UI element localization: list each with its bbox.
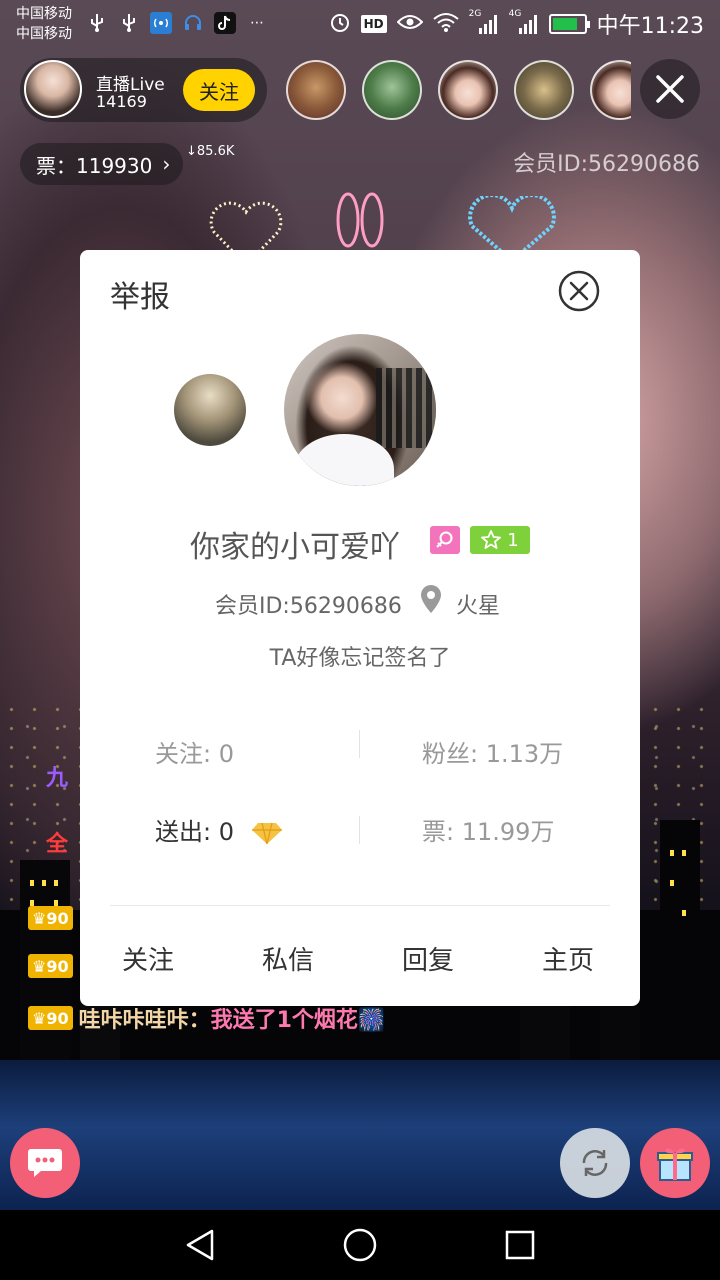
female-gender-badge	[430, 526, 460, 554]
carrier-labels: 中国移动 中国移动	[16, 4, 72, 44]
status-bar: 中国移动 中国移动 ⋯ HD 2G 4G 中午11:23	[0, 0, 720, 50]
viewer-avatar[interactable]	[438, 60, 498, 120]
anchor-avatar[interactable]	[24, 60, 82, 118]
chat-text: 我送了1个烟花🎆	[210, 1008, 386, 1033]
user-nickname: 你家的小可爱吖	[190, 530, 400, 565]
viewer-avatar[interactable]	[362, 60, 422, 120]
following-count[interactable]: 关注: 0	[155, 734, 234, 769]
chevron-right-icon: ›	[162, 152, 171, 176]
sent-gifts-count[interactable]: 送出: 0	[155, 812, 284, 847]
user-level: 1	[507, 529, 519, 551]
user-profile-dialog: 举报 你家的小可爱吖 1 会员ID:56290686 火星 TA好像忘记签名了 …	[80, 250, 640, 1006]
user-avatar[interactable]	[284, 334, 436, 486]
actions-divider	[110, 905, 610, 906]
tickets-label: 票：119930	[36, 153, 153, 178]
chat-message: ♛ 90 哇咔咔哇咔： 我送了1个烟花🎆	[28, 1002, 385, 1034]
secondary-avatar[interactable]	[174, 374, 246, 446]
crown-icon: ♛	[32, 1008, 47, 1028]
switch-button[interactable]	[560, 1128, 630, 1198]
viewer-avatar[interactable]	[590, 60, 631, 120]
network-speed: ↓85.6K	[186, 144, 235, 159]
homepage-button[interactable]: 主页	[542, 940, 594, 977]
close-dialog-button[interactable]	[558, 270, 600, 312]
system-navigation-bar	[0, 1210, 720, 1280]
user-level-badge: 1	[470, 526, 530, 554]
anchor-member-id: 会员ID:56290686	[513, 152, 700, 177]
more-notifications-icon: ⋯	[250, 15, 264, 31]
system-indicators: HD 2G 4G 中午11:23	[329, 8, 704, 40]
home-button[interactable]	[342, 1227, 378, 1263]
gift-icon	[657, 1148, 693, 1181]
refresh-icon	[582, 1150, 608, 1176]
tiktok-icon	[214, 12, 236, 34]
back-triangle-icon	[186, 1229, 214, 1261]
star-icon	[481, 530, 502, 549]
private-message-button[interactable]: 私信	[262, 940, 314, 977]
chat-username: 哇咔咔哇咔：	[78, 1008, 211, 1033]
follow-user-button[interactable]: 关注	[122, 940, 174, 977]
headset-icon	[182, 12, 204, 34]
notification-icons: ⋯	[86, 12, 268, 34]
tickets-counter[interactable]: 票：119930 ›	[20, 143, 183, 185]
chat-message: 全	[46, 832, 69, 857]
gift-button[interactable]	[640, 1128, 710, 1198]
chat-message: ♛ 90	[28, 954, 79, 978]
wifi-icon	[432, 12, 459, 36]
crown-icon: ♛	[32, 908, 47, 928]
user-location: 火星	[456, 594, 501, 619]
diamond-icon	[251, 822, 282, 845]
recents-button[interactable]	[502, 1227, 538, 1263]
signal-1-icon: 2G	[469, 9, 499, 35]
signal-2-icon: 4G	[509, 9, 539, 35]
stat-divider	[359, 816, 360, 844]
chat-message: 九	[46, 766, 69, 791]
close-circle-icon	[558, 270, 600, 312]
close-live-button[interactable]	[640, 59, 700, 119]
reply-button[interactable]: 回复	[402, 940, 454, 977]
close-icon	[656, 75, 684, 103]
user-level-badge: ♛ 90	[28, 1006, 73, 1030]
chat-bubble-icon	[28, 1149, 62, 1177]
chat-button[interactable]	[10, 1128, 80, 1198]
carrier-1: 中国移动	[16, 6, 72, 22]
home-circle-icon	[343, 1228, 377, 1262]
alarm-icon	[329, 11, 351, 37]
clock: 中午11:23	[596, 14, 704, 39]
usb-icon	[118, 12, 140, 34]
back-button[interactable]	[182, 1227, 218, 1263]
anchor-viewer-count: 14169	[96, 92, 147, 111]
recents-square-icon	[505, 1230, 535, 1260]
viewer-avatar-list	[286, 60, 631, 122]
anchor-info-card[interactable]: 直播Live 14169 关注	[20, 58, 267, 122]
crown-icon: ♛	[32, 956, 47, 976]
stat-divider	[359, 730, 360, 758]
fans-count[interactable]: 粉丝: 1.13万	[422, 734, 563, 769]
location-pin-icon	[421, 585, 441, 613]
battery-icon	[548, 14, 590, 34]
tickets-count: 票: 11.99万	[422, 818, 555, 846]
viewer-avatar[interactable]	[286, 60, 346, 120]
chat-message: ♛ 90	[28, 906, 79, 930]
female-icon	[436, 531, 453, 548]
report-button[interactable]: 举报	[110, 272, 170, 316]
carrier-2: 中国移动	[16, 26, 72, 42]
hd-icon: HD	[360, 15, 387, 33]
user-level-badge: ♛ 90	[28, 906, 73, 930]
user-signature: TA好像忘记签名了	[269, 646, 451, 671]
user-level-badge: ♛ 90	[28, 954, 73, 978]
follow-anchor-button[interactable]: 关注	[183, 69, 255, 111]
viewer-avatar[interactable]	[514, 60, 574, 120]
usb-icon	[86, 12, 108, 34]
hotspot-icon	[150, 12, 172, 34]
user-member-id: 会员ID:56290686	[215, 594, 402, 619]
eye-comfort-icon	[396, 13, 424, 35]
